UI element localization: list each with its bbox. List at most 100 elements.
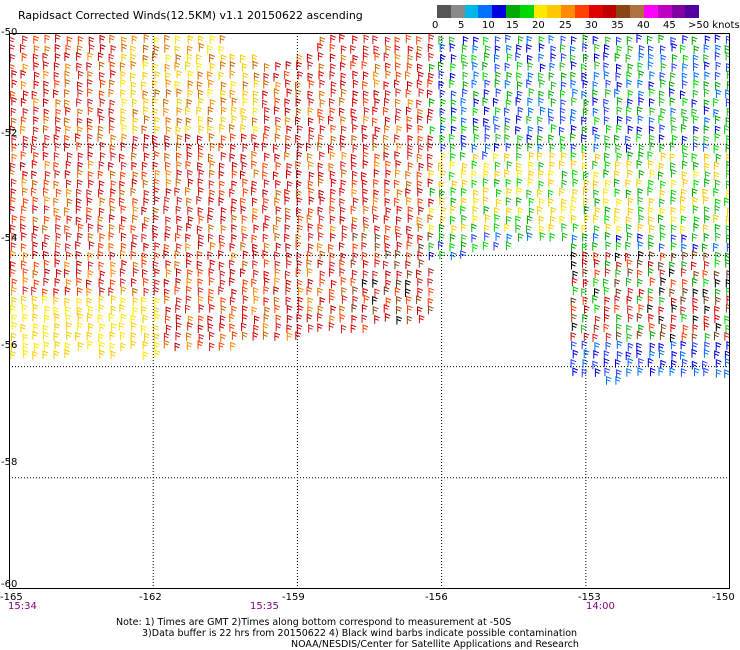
wind-barb <box>231 198 238 207</box>
wind-barb <box>396 231 402 241</box>
wind-barb <box>649 277 656 286</box>
wind-barb <box>659 143 666 153</box>
wind-barb <box>42 52 49 62</box>
wind-barb <box>263 258 270 268</box>
wind-barb <box>583 186 589 196</box>
wind-barb <box>614 278 621 288</box>
wind-barb <box>273 143 279 153</box>
wind-barb <box>691 98 698 108</box>
wind-barb <box>174 61 181 71</box>
wind-barb <box>66 188 72 198</box>
wind-barb <box>163 107 169 117</box>
wind-barb <box>341 224 348 234</box>
wind-barb <box>407 54 414 64</box>
wind-barb <box>218 170 225 180</box>
wind-barb <box>682 358 688 368</box>
wind-barb <box>187 206 193 216</box>
wind-barb <box>198 97 204 107</box>
wind-barb <box>627 207 634 217</box>
wind-barb <box>99 61 105 71</box>
wind-barb <box>130 89 137 98</box>
wind-barb <box>198 295 204 305</box>
wind-barb <box>286 304 293 314</box>
wind-barb <box>132 233 138 243</box>
wind-barb <box>186 332 192 341</box>
wind-barb <box>428 33 435 43</box>
wind-barb <box>307 278 314 288</box>
wind-barb <box>438 61 444 71</box>
wind-barb <box>33 35 39 45</box>
wind-barb <box>416 295 422 304</box>
wind-barb <box>329 151 336 160</box>
wind-barb <box>693 71 700 81</box>
wind-barb <box>275 61 281 71</box>
colorbar-swatch <box>478 5 493 18</box>
wind-map-figure: Rapidsact Corrected Winds(12.5KM) v1.1 2… <box>0 0 740 650</box>
wind-barb <box>308 232 314 242</box>
wind-barb <box>44 314 50 324</box>
wind-barb <box>120 297 127 306</box>
wind-barb <box>637 278 643 288</box>
wind-barb <box>198 215 205 224</box>
wind-barb <box>55 223 61 233</box>
wind-barb <box>108 88 115 98</box>
wind-barb <box>319 90 325 100</box>
colorbar-swatch <box>492 5 506 18</box>
wind-barb <box>647 159 654 169</box>
wind-barb <box>32 330 39 340</box>
wind-barb <box>581 126 588 135</box>
wind-barb <box>351 314 358 324</box>
wind-barb <box>87 269 94 279</box>
wind-barb <box>274 304 281 314</box>
wind-barb <box>87 133 93 143</box>
wind-barb <box>372 295 378 305</box>
wind-barb <box>363 259 369 269</box>
wind-barb <box>647 206 654 216</box>
wind-barb <box>592 294 598 304</box>
wind-barb <box>394 260 401 270</box>
wind-barb <box>450 215 456 225</box>
wind-barb <box>702 243 708 252</box>
wind-barb <box>108 242 115 252</box>
wind-barb <box>87 88 93 97</box>
lat-label: -60 <box>1 579 18 590</box>
wind-barb <box>163 278 170 288</box>
wind-barb <box>571 36 577 45</box>
wind-barb <box>681 135 688 145</box>
wind-barb <box>164 196 170 206</box>
wind-barb <box>440 116 446 126</box>
wind-barb <box>351 303 358 313</box>
wind-barb <box>273 72 280 82</box>
wind-barb <box>373 189 380 199</box>
wind-barb <box>671 215 677 225</box>
wind-barb <box>592 180 599 189</box>
wind-barb <box>141 305 147 315</box>
wind-barb <box>714 331 720 341</box>
wind-barb <box>626 295 633 305</box>
wind-barb <box>581 324 587 334</box>
wind-barb <box>64 134 70 144</box>
wind-barb <box>373 168 380 178</box>
wind-barb <box>660 232 666 241</box>
wind-barb <box>450 90 457 100</box>
wind-barb <box>121 124 128 133</box>
wind-barb <box>603 70 610 80</box>
wind-barb <box>604 214 611 224</box>
wind-barb <box>143 242 150 252</box>
wind-barb <box>572 178 579 187</box>
wind-barb <box>197 178 204 187</box>
time-label: 14:00 <box>586 601 615 612</box>
wind-barb <box>241 225 248 235</box>
wind-barb <box>109 144 116 154</box>
wind-barb <box>275 116 281 126</box>
wind-barb <box>504 107 510 117</box>
wind-barb <box>603 350 610 359</box>
wind-barb <box>440 206 447 215</box>
wind-barb <box>329 43 336 53</box>
colorbar-swatch <box>437 5 451 18</box>
wind-barb <box>473 98 480 107</box>
wind-barb <box>231 331 238 340</box>
wind-barb <box>363 34 370 44</box>
wind-barb <box>154 88 161 98</box>
wind-barb <box>374 258 381 268</box>
